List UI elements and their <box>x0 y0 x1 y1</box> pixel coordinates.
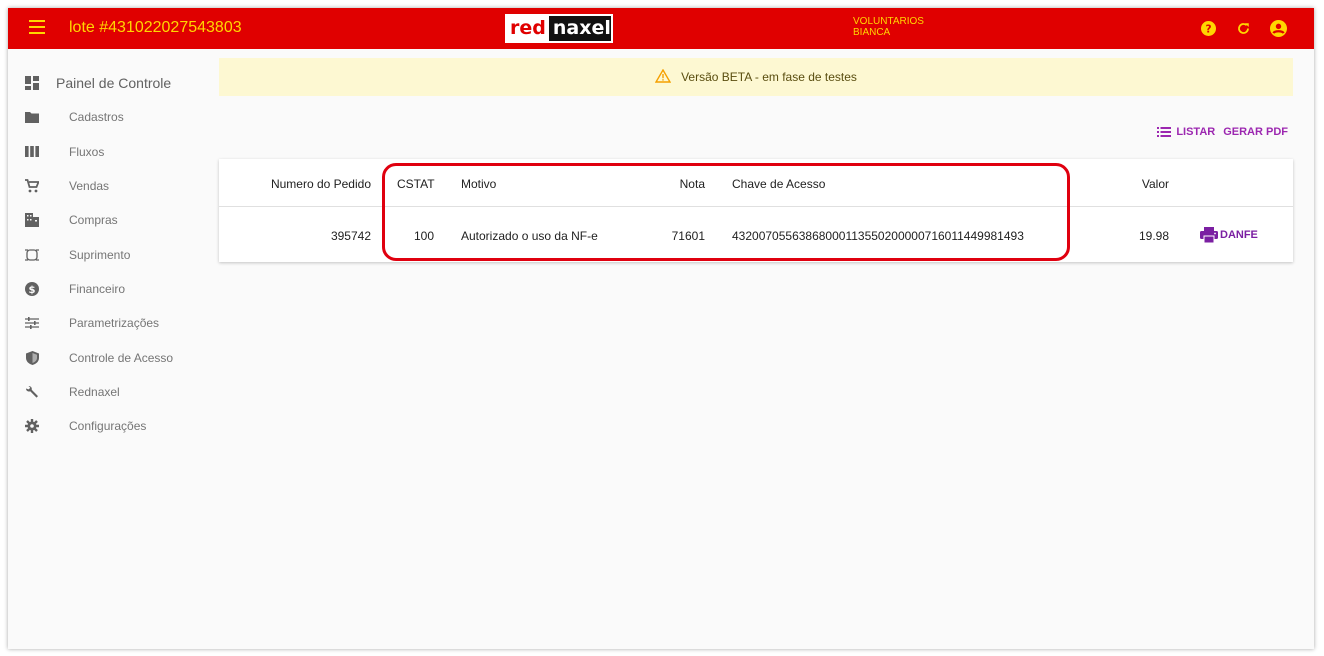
hamburger-menu-icon[interactable] <box>29 20 45 36</box>
header-nota: Nota <box>679 177 705 191</box>
folder-icon <box>25 110 39 124</box>
user-info: VOLUNTARIOS BIANCA <box>853 16 924 38</box>
sidebar-item-cadastros[interactable]: Cadastros <box>8 100 208 134</box>
store-icon <box>25 213 39 228</box>
sidebar-item-financeiro[interactable]: $ Financeiro <box>8 272 208 306</box>
sidebar-item-label: Configurações <box>69 419 147 434</box>
header-valor: Valor <box>1141 177 1169 191</box>
crop-icon <box>25 248 39 262</box>
sliders-icon <box>25 316 39 330</box>
cell-nota: 71601 <box>671 229 705 243</box>
nfe-table: Numero do Pedido CSTAT Motivo Nota Chave… <box>219 159 1293 262</box>
cell-cstat: 100 <box>414 229 435 243</box>
beta-banner: Versão BETA - em fase de testes <box>219 58 1293 96</box>
sidebar-item-rednaxel[interactable]: Rednaxel <box>8 375 208 409</box>
sidebar-item-label: Financeiro <box>69 281 126 296</box>
action-bar: LISTAR GERAR PDF <box>1157 126 1288 138</box>
rednaxel-logo[interactable]: red naxel <box>505 14 613 43</box>
list-icon <box>1157 127 1172 137</box>
sidebar: Painel de Controle Cadastros Fluxos Vend… <box>8 66 208 443</box>
cell-pedido: 395742 <box>330 229 371 243</box>
table-divider <box>219 206 1293 207</box>
svg-text:?: ? <box>1205 23 1211 35</box>
header-chave: Chave de Acesso <box>732 177 826 191</box>
cell-motivo: Autorizado o uso da NF-e <box>461 229 598 243</box>
listar-button[interactable]: LISTAR <box>1157 126 1215 138</box>
sidebar-item-label: Vendas <box>69 179 110 194</box>
app-window: lote #431022027543803 red naxel VOLUNTAR… <box>8 8 1314 649</box>
logo-naxel-text: naxel <box>552 17 611 39</box>
dollar-icon: $ <box>25 281 39 296</box>
sidebar-item-suprimento[interactable]: Suprimento <box>8 237 208 271</box>
sidebar-item-fluxos[interactable]: Fluxos <box>8 135 208 169</box>
sidebar-item-label: Controle de Acesso <box>69 350 174 365</box>
logo-red-text: red <box>507 16 549 41</box>
cart-icon <box>25 179 39 193</box>
gerar-pdf-button[interactable]: GERAR PDF <box>1223 126 1288 138</box>
sidebar-item-label: Cadastros <box>69 110 124 125</box>
sidebar-item-label: Compras <box>69 213 118 228</box>
shield-icon <box>25 350 39 365</box>
header-motivo: Motivo <box>461 177 497 191</box>
columns-icon <box>25 145 39 159</box>
cell-chave: 4320070556386800011355020000071601144998… <box>732 229 1024 243</box>
top-icons: ? <box>1198 18 1289 39</box>
svg-text:$: $ <box>29 285 36 296</box>
header-pedido: Numero do Pedido <box>270 177 371 191</box>
cell-valor: 19.98 <box>1138 229 1169 243</box>
warning-icon <box>654 68 672 86</box>
danfe-label: DANFE <box>1220 229 1258 241</box>
danfe-button[interactable]: DANFE <box>1200 227 1258 243</box>
sidebar-item-label: Fluxos <box>69 144 105 159</box>
listar-label: LISTAR <box>1176 126 1216 138</box>
sidebar-item-vendas[interactable]: Vendas <box>8 169 208 203</box>
user-org: VOLUNTARIOS <box>853 16 924 27</box>
gerar-pdf-label: GERAR PDF <box>1223 126 1288 138</box>
lote-title: lote #431022027543803 <box>69 19 242 36</box>
sidebar-item-label: Rednaxel <box>69 384 120 399</box>
wrench-icon <box>25 385 39 399</box>
gear-icon <box>25 419 39 434</box>
printer-icon <box>1200 227 1218 243</box>
user-name: BIANCA <box>853 27 891 38</box>
sidebar-item-compras[interactable]: Compras <box>8 203 208 237</box>
account-icon[interactable] <box>1268 18 1289 39</box>
refresh-icon[interactable] <box>1233 18 1254 39</box>
sidebar-item-controle-acesso[interactable]: Controle de Acesso <box>8 340 208 374</box>
top-bar: lote #431022027543803 red naxel VOLUNTAR… <box>8 8 1314 49</box>
sidebar-item-label: Parametrizações <box>69 316 160 331</box>
help-icon[interactable]: ? <box>1198 18 1219 39</box>
sidebar-item-label: Painel de Controle <box>56 75 172 92</box>
beta-banner-text: Versão BETA - em fase de testes <box>681 70 857 84</box>
sidebar-item-configuracoes[interactable]: Configurações <box>8 409 208 443</box>
header-cstat: CSTAT <box>397 177 435 191</box>
sidebar-item-label: Suprimento <box>69 247 131 262</box>
sidebar-item-parametrizacoes[interactable]: Parametrizações <box>8 306 208 340</box>
sidebar-item-painel[interactable]: Painel de Controle <box>8 66 208 100</box>
dashboard-icon <box>25 76 39 91</box>
